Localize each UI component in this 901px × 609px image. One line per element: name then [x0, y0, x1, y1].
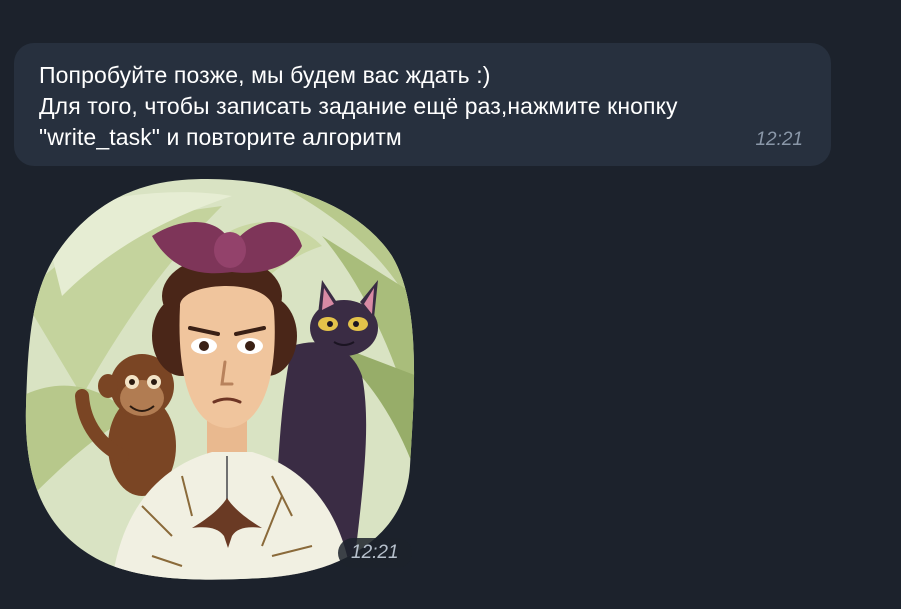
message-line-3: "write_task" и повторите алгоритм	[39, 124, 402, 150]
portrait-sticker[interactable]	[22, 176, 417, 582]
chat-view: Попробуйте позже, мы будем вас ждать :) …	[0, 0, 901, 609]
portrait-sticker-icon	[25, 179, 415, 580]
message-bubble[interactable]: Попробуйте позже, мы будем вас ждать :) …	[14, 43, 831, 166]
message-time: 12:21	[755, 129, 803, 150]
message-line-1: Попробуйте позже, мы будем вас ждать :)	[39, 62, 491, 88]
message-line-2: Для того, чтобы записать задание ещё раз…	[39, 93, 678, 119]
sticker-time: 12:21	[338, 538, 412, 568]
